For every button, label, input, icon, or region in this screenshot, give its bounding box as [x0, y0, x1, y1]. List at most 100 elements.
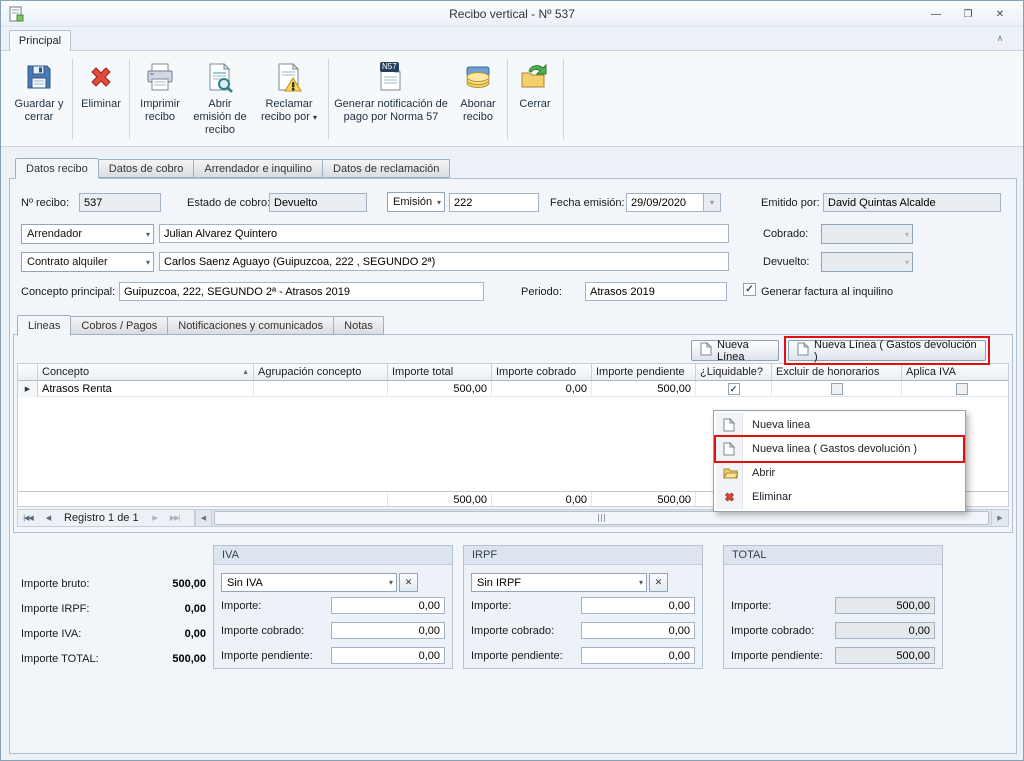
- emision-combo[interactable]: Emisión ▾: [387, 192, 445, 212]
- iva-pendiente-field[interactable]: 0,00: [331, 647, 445, 664]
- contrato-field[interactable]: Carlos Saenz Aguayo (Guipuzcoa, 222 , SE…: [159, 252, 729, 271]
- iva-select[interactable]: Sin IVA ▾: [221, 573, 397, 592]
- record-counter: Registro 1 de 1: [58, 512, 145, 524]
- ribbon-tab-principal[interactable]: Principal: [9, 30, 71, 51]
- arrendador-field[interactable]: Julian Alvarez Quintero: [159, 224, 729, 243]
- totals-importe-total: 500,00: [388, 492, 492, 507]
- tab-datos-recibo[interactable]: Datos recibo: [15, 158, 99, 179]
- scrollbar-track[interactable]: [212, 510, 991, 526]
- tab-arrendador-inquilino[interactable]: Arrendador e inquilino: [194, 159, 323, 178]
- concepto-principal-field[interactable]: Guipuzcoa, 222, SEGUNDO 2ª - Atrasos 201…: [119, 282, 484, 301]
- menu-item-abrir[interactable]: Abrir: [716, 461, 963, 485]
- maximize-icon: ❐: [964, 9, 973, 20]
- tab-datos-cobro[interactable]: Datos de cobro: [99, 159, 195, 178]
- nav-last-button[interactable]: ▶▶|: [165, 514, 185, 522]
- fecha-emision-field[interactable]: 29/09/2020 ▾: [626, 193, 721, 212]
- aplica-iva-checkbox[interactable]: [956, 383, 968, 395]
- arrendador-combo[interactable]: Arrendador ▾: [21, 224, 154, 244]
- menu-item-nueva-linea[interactable]: Nueva linea: [716, 413, 963, 437]
- app-window: Recibo vertical - Nº 537 — ❐ ✕ Principal…: [0, 0, 1024, 761]
- iva-clear-button[interactable]: ✕: [399, 573, 418, 592]
- tab-notificaciones[interactable]: Notificaciones y comunicados: [168, 316, 334, 335]
- emision-num-field[interactable]: 222: [449, 193, 539, 212]
- horizontal-scrollbar[interactable]: ◀ ▶: [194, 510, 1008, 526]
- window-title: Recibo vertical - Nº 537: [1, 7, 1023, 21]
- close-button[interactable]: ✕: [987, 6, 1013, 23]
- grid-header-liquidable[interactable]: ¿Liquidable?: [696, 364, 772, 381]
- nav-next-button[interactable]: ▶: [145, 514, 165, 522]
- tab-label: Notificaciones y comunicados: [178, 320, 323, 332]
- excluir-checkbox[interactable]: [831, 383, 843, 395]
- minimize-button[interactable]: —: [923, 6, 949, 23]
- tab-notas[interactable]: Notas: [334, 316, 384, 335]
- calendar-dropdown-icon[interactable]: ▾: [704, 193, 721, 212]
- irpf-pendiente-field[interactable]: 0,00: [581, 647, 695, 664]
- delete-button[interactable]: Eliminar: [76, 55, 126, 143]
- credit-receipt-button[interactable]: Abonar recibo: [451, 55, 505, 143]
- fecha-emision-value[interactable]: 29/09/2020: [626, 193, 704, 212]
- toolbar-separator: [129, 59, 130, 139]
- iva-cobrado-field[interactable]: 0,00: [331, 622, 445, 639]
- tab-lineas[interactable]: Lineas: [17, 315, 71, 336]
- iva-cobrado-label: Importe cobrado:: [221, 625, 304, 637]
- irpf-select[interactable]: Sin IRPF ▾: [471, 573, 647, 592]
- save-close-button[interactable]: Guardar y cerrar: [9, 55, 69, 143]
- grid-header-importe-pendiente[interactable]: Importe pendiente: [592, 364, 696, 381]
- row-indicator-icon: ▶: [18, 381, 38, 397]
- column-label: ¿Liquidable?: [700, 366, 763, 378]
- grid-header-agrupacion[interactable]: Agrupación concepto: [254, 364, 388, 381]
- nav-first-button[interactable]: |◀◀: [18, 514, 38, 522]
- tab-cobros-pagos[interactable]: Cobros / Pagos: [71, 316, 168, 335]
- grid-header-excluir[interactable]: Excluir de honorarios: [772, 364, 902, 381]
- estado-cobro-field[interactable]: Devuelto: [269, 193, 367, 212]
- contrato-combo[interactable]: Contrato alquiler ▾: [21, 252, 154, 272]
- grid-row-atrasos-renta[interactable]: ▶ Atrasos Renta 500,00 0,00 500,00 ✓: [18, 381, 1008, 397]
- n57-badge: N57: [380, 62, 399, 72]
- irpf-importe-field[interactable]: 0,00: [581, 597, 695, 614]
- maximize-button[interactable]: ❐: [955, 6, 981, 23]
- close-icon: ✕: [996, 9, 1004, 20]
- generar-factura-checkbox[interactable]: ✓: [743, 283, 756, 296]
- grid-header-aplica-iva[interactable]: Aplica IVA: [902, 364, 1009, 381]
- dropdown-arrow-icon: ▾: [905, 258, 909, 267]
- dropdown-arrow-icon: ▾: [389, 578, 393, 587]
- cell-importe-cobrado: 0,00: [492, 381, 592, 397]
- scrollbar-thumb[interactable]: [214, 511, 989, 525]
- liquidable-checkbox[interactable]: ✓: [728, 383, 740, 395]
- irpf-cobrado-field[interactable]: 0,00: [581, 622, 695, 639]
- periodo-field[interactable]: Atrasos 2019: [585, 282, 727, 301]
- collapse-ribbon-button[interactable]: ∧: [991, 33, 1009, 47]
- irpf-clear-button[interactable]: ✕: [649, 573, 668, 592]
- nueva-linea-button[interactable]: Nueva Línea: [691, 340, 779, 361]
- importe-irpf-value: 0,00: [140, 603, 206, 615]
- close-form-label: Cerrar: [519, 98, 550, 111]
- print-receipt-button[interactable]: Imprimir recibo: [133, 55, 187, 143]
- tab-label: Arrendador e inquilino: [204, 163, 312, 175]
- norma57-notification-button[interactable]: N57 Generar notificación de pago por Nor…: [332, 55, 450, 143]
- grid-header-concepto[interactable]: Concepto ▲: [38, 364, 254, 381]
- delete-icon: [84, 60, 118, 94]
- num-recibo-field[interactable]: 537: [79, 193, 161, 212]
- nav-prev-button[interactable]: ◀: [38, 514, 58, 522]
- scroll-right-icon[interactable]: ▶: [991, 510, 1008, 526]
- tab-datos-reclamacion[interactable]: Datos de reclamación: [323, 159, 450, 178]
- dropdown-arrow-icon: ▾: [146, 230, 150, 239]
- grid-header-importe-cobrado[interactable]: Importe cobrado: [492, 364, 592, 381]
- ribbon-toolbar: Guardar y cerrar Eliminar: [1, 50, 1023, 147]
- claim-receipt-button[interactable]: Reclamar recibo por ▾: [253, 55, 325, 143]
- cell-aplica-iva: [902, 381, 1009, 397]
- menu-item-eliminar[interactable]: Eliminar: [716, 485, 963, 509]
- devuelto-label: Devuelto:: [763, 256, 809, 268]
- document-warning-icon: [272, 60, 306, 94]
- grid-header-importe-total[interactable]: Importe total: [388, 364, 492, 381]
- nueva-linea-gastos-button[interactable]: Nueva Línea ( Gastos devolución ): [788, 340, 986, 361]
- emitido-por-field[interactable]: David Quintas Alcalde: [823, 193, 1001, 212]
- iva-importe-field[interactable]: 0,00: [331, 597, 445, 614]
- scroll-left-icon[interactable]: ◀: [195, 510, 212, 526]
- menu-item-nueva-linea-gastos[interactable]: Nueva linea ( Gastos devolución ): [716, 437, 963, 461]
- open-emission-button[interactable]: Abrir emisión de recibo: [189, 55, 251, 143]
- close-form-button[interactable]: Cerrar: [511, 55, 559, 143]
- open-folder-icon: [723, 467, 738, 479]
- iva-importe-label: Importe:: [221, 600, 261, 612]
- contrato-combo-label: Contrato alquiler: [27, 256, 108, 268]
